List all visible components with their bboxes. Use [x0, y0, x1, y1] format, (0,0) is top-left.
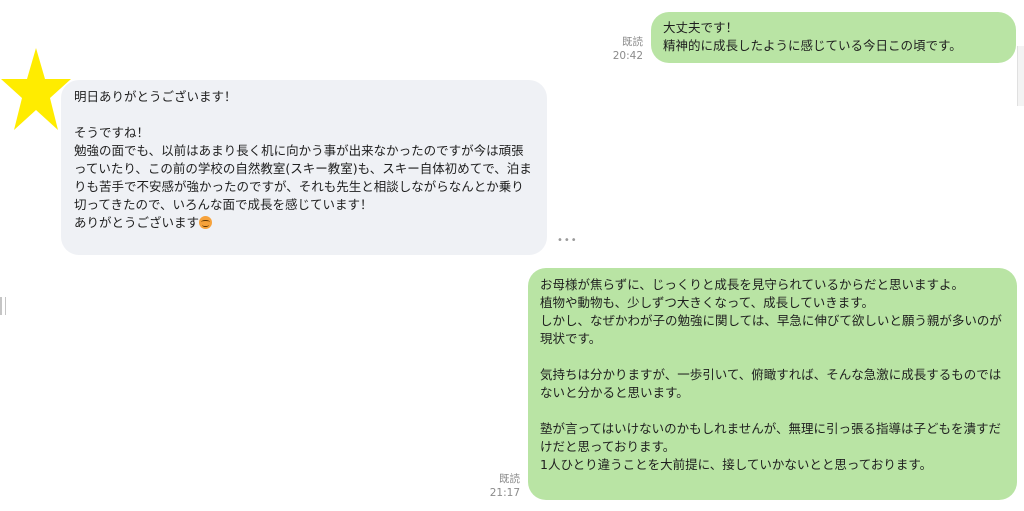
pane-resize-handle-line [5, 297, 7, 315]
more-options-icon[interactable]: ••• [557, 235, 578, 246]
outgoing-message-bubble[interactable]: お母様が焦らずに、じっくりと成長を見守られているからだと思いますよ。 植物や動物… [528, 268, 1017, 500]
incoming-message-bubble[interactable]: 明日ありがとうございます！ そうですね！ 勉強の面でも、以前はあまり長く机に向か… [61, 80, 547, 255]
outgoing-message-bubble[interactable]: 大丈夫です！ 精神的に成長したように感じている今日この頃です。 [651, 12, 1016, 63]
message-meta: 既読 20:42 [605, 35, 643, 63]
message-time: 21:17 [489, 487, 520, 499]
message-text: 明日ありがとうございます！ そうですね！ 勉強の面でも、以前はあまり長く机に向か… [74, 89, 532, 230]
pane-resize-handle[interactable] [0, 297, 3, 315]
read-receipt: 既読 [499, 473, 520, 485]
message-time: 20:42 [612, 50, 643, 62]
read-receipt: 既読 [622, 36, 643, 48]
message-meta: 既読 21:17 [482, 472, 520, 500]
scrollbar[interactable] [1017, 46, 1024, 106]
smiling-face-icon [199, 216, 213, 229]
